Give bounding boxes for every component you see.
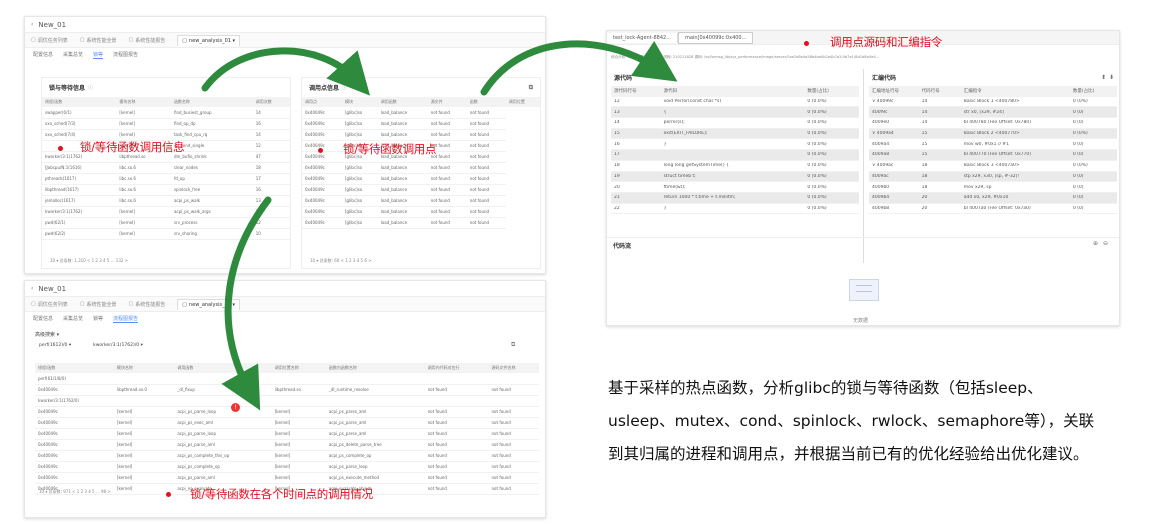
annotation-dot [58,146,63,151]
annotation-lock-call-point: 锁/等待函数调用点 [343,142,437,156]
arrow-to-timeline [221,196,272,411]
arrow-to-call-point [201,47,371,96]
annotation-time-point: 锁/等待函数在各个时间点的调用情况 [190,487,373,501]
arrow-to-source [480,40,678,96]
annotation-source-asm: 调用点源码和汇编指令 [830,35,942,49]
feature-description: 基于采样的热点函数，分析glibc的锁与等待函数（包括sleep、usleep、… [608,379,1095,463]
annotation-dot [318,148,323,153]
annotation-lock-call-info: 锁/等待函数调用信息 [80,140,185,154]
annotation-dot [166,492,171,497]
annotation-dot [804,41,809,46]
